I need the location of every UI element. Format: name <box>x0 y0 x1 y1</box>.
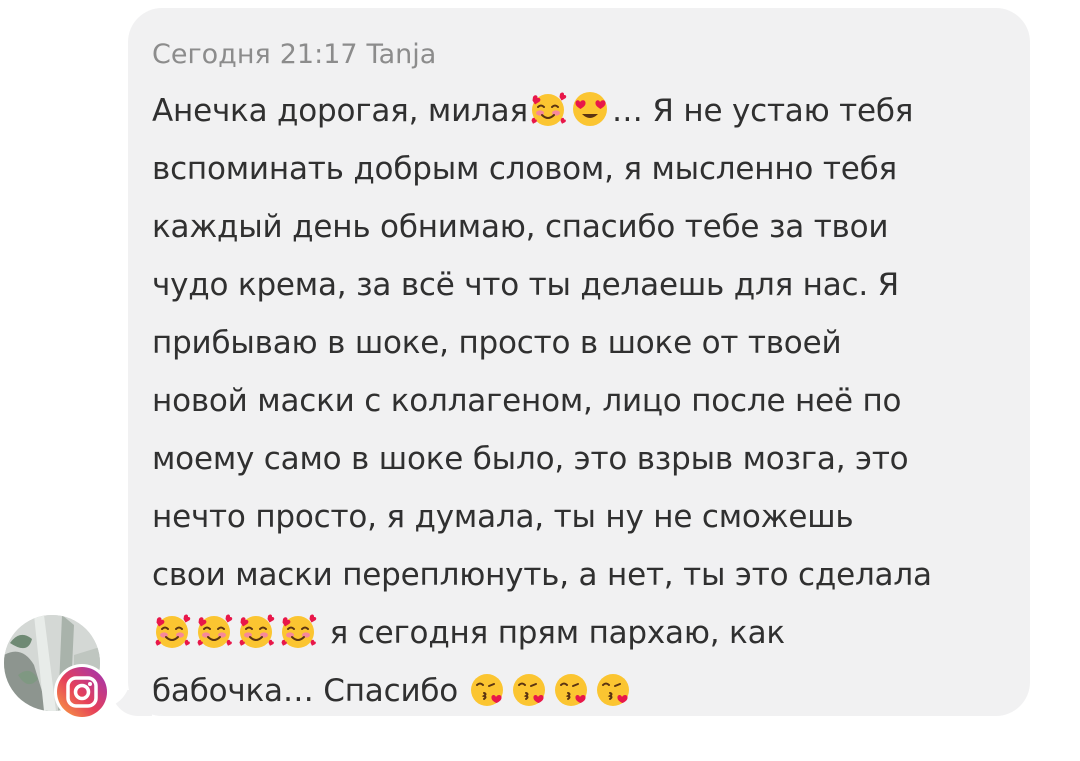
instagram-icon <box>57 667 107 717</box>
message-text: Анечка дорогая, милая… Я не устаю тебя в… <box>152 82 1006 720</box>
kissing-heart-icon <box>510 669 550 709</box>
message-line: свои маски переплюнуть, а нет, ты это сд… <box>152 557 932 593</box>
message-line: чудо крема, за всё что ты делаешь для на… <box>152 267 900 303</box>
smiling-face-with-hearts-icon <box>278 611 318 651</box>
chat-screen: Сегодня 21:17 Tanja Анечка дорогая, милая…… <box>0 0 1080 761</box>
message-line: Анечка дорогая, милая… Я не устаю тебя <box>152 82 1006 140</box>
message-meta: Сегодня 21:17 Tanja <box>152 38 1006 72</box>
smiling-face-with-hearts-icon <box>528 89 568 129</box>
heart-eyes-icon <box>570 89 610 129</box>
message-line: нечто просто, я думала, ты ну не сможешь <box>152 499 854 535</box>
instagram-badge[interactable] <box>54 664 110 720</box>
kissing-heart-icon <box>468 669 508 709</box>
message-time: 21:17 <box>279 39 358 70</box>
message-line: я сегодня прям пархаю, как <box>152 604 1006 662</box>
kissing-heart-icon <box>594 669 634 709</box>
message-date: Сегодня <box>152 39 271 70</box>
smiling-face-with-hearts-icon <box>152 611 192 651</box>
kissing-heart-icon <box>552 669 592 709</box>
message-line: каждый день обнимаю, спасибо тебе за тво… <box>152 209 889 245</box>
smiling-face-with-hearts-icon <box>236 611 276 651</box>
message-sender: Tanja <box>366 39 437 70</box>
message-line: моему само в шоке было, это взрыв мозга,… <box>152 441 909 477</box>
message-line: новой маски с коллагеном, лицо после неё… <box>152 383 902 419</box>
smiling-face-with-hearts-icon <box>194 611 234 651</box>
message-line: вспоминать добрым словом, я мысленно теб… <box>152 151 897 187</box>
message-line: бабочка… Спасибо <box>152 662 1006 720</box>
message-bubble[interactable]: Сегодня 21:17 Tanja Анечка дорогая, милая…… <box>128 8 1030 716</box>
message-line: прибываю в шоке, просто в шоке от твоей <box>152 325 842 361</box>
